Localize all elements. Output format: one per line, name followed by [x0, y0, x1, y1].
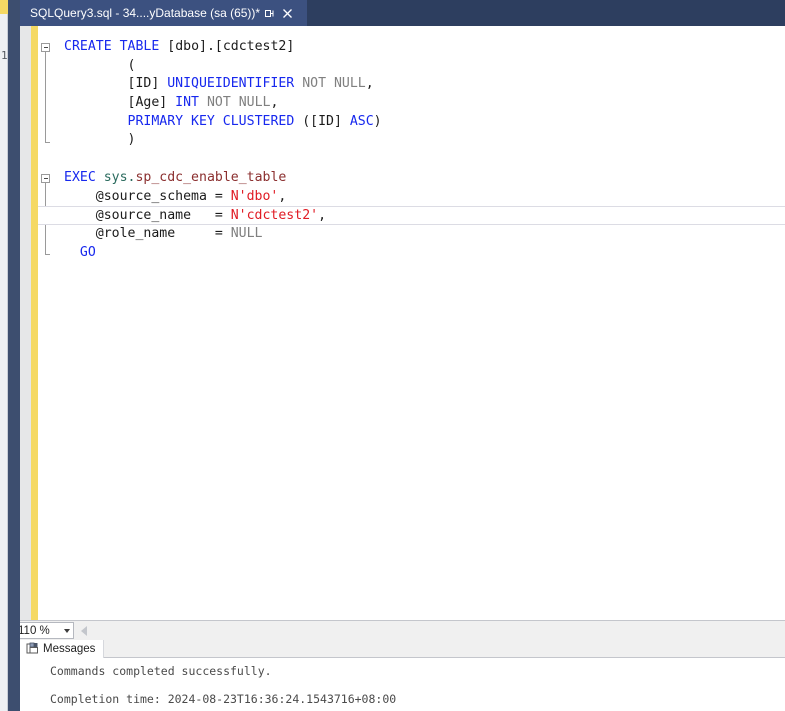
code-text-area[interactable]: CREATE TABLE [dbo].[cdctest2] ( [ID] UNI… [38, 26, 785, 620]
code-line[interactable]: @role_name = NULL [38, 225, 785, 244]
code-line-text: EXEC sys.sp_cdc_enable_table [64, 170, 286, 185]
results-pane: Messages Commands completed successfully… [20, 639, 785, 711]
code-line-text: @source_schema = N'dbo', [64, 188, 287, 204]
code-token: ([ID] [294, 113, 350, 129]
code-line[interactable]: PRIMARY KEY CLUSTERED ([ID] ASC) [38, 113, 785, 132]
code-token: , [318, 208, 327, 224]
editor-gutter [20, 26, 31, 620]
code-token: NOT NULL [206, 95, 271, 111]
message-line: Commands completed successfully. [50, 664, 272, 678]
code-line[interactable]: CREATE TABLE [dbo].[cdctest2] [38, 38, 785, 57]
pin-icon[interactable] [260, 0, 278, 26]
code-line[interactable]: [Age] INT NOT NULL, [38, 94, 785, 113]
code-line[interactable]: [ID] UNIQUEIDENTIFIER NOT NULL, [38, 75, 785, 94]
code-token: NULL [230, 225, 263, 241]
code-token: TABLE [119, 39, 160, 54]
chevron-down-icon [64, 628, 70, 633]
code-token: PRIMARY KEY CLUSTERED [127, 113, 295, 129]
messages-output[interactable]: Commands completed successfully. Complet… [20, 658, 785, 707]
code-token: UNIQUEIDENTIFIER [167, 76, 295, 92]
document-tab-sqlquery3[interactable]: SQLQuery3.sql - 34....yDatabase (sa (65)… [20, 0, 307, 26]
code-token: ) [373, 113, 382, 129]
code-token: , [365, 76, 374, 92]
code-line-text: ) [64, 132, 136, 148]
adjacent-panel-edge: 1 [0, 0, 8, 711]
horizontal-scroll-left-arrow[interactable] [81, 625, 87, 636]
code-line-text: [ID] UNIQUEIDENTIFIER NOT NULL, [64, 76, 374, 91]
code-token: ) [64, 132, 136, 148]
zoom-level-value: 110 % [18, 624, 50, 637]
results-tab-label: Messages [43, 642, 96, 655]
code-line-text: @source_name = N'cdctest2', [64, 208, 326, 223]
code-token: EXEC [64, 169, 96, 185]
code-line-text: CREATE TABLE [dbo].[cdctest2] [64, 39, 294, 54]
results-tab-messages[interactable]: Messages [20, 639, 105, 658]
code-line-text: [Age] INT NOT NULL, [64, 95, 279, 111]
code-token: sys. [103, 169, 136, 185]
code-token: @role_name = [64, 225, 231, 241]
document-tab-bar: SQLQuery3.sql - 34....yDatabase (sa (65)… [20, 0, 785, 26]
code-line-text: GO [64, 245, 96, 260]
close-icon[interactable] [278, 0, 296, 26]
code-line[interactable]: EXEC sys.sp_cdc_enable_table [38, 169, 785, 188]
results-tab-bar: Messages [20, 639, 785, 658]
adjacent-panel-accent [0, 0, 8, 14]
code-line[interactable]: ) [38, 131, 785, 150]
adjacent-panel-body [0, 14, 8, 711]
code-line-text: @role_name = NULL [64, 226, 263, 241]
code-token: [ID] [64, 76, 168, 92]
code-token: N'cdctest2' [230, 208, 319, 224]
messages-grid-icon [26, 642, 38, 654]
code-token: INT [175, 95, 199, 111]
code-token: , [278, 188, 287, 204]
code-line[interactable]: GO [38, 244, 785, 263]
code-token: [Age] [64, 95, 176, 111]
code-line-text: ( [64, 57, 136, 73]
code-token: GO [79, 244, 96, 260]
code-line[interactable]: @source_schema = N'dbo', [38, 188, 785, 207]
code-token: , [270, 95, 279, 111]
dock-strip [8, 0, 20, 711]
editor-status-strip: 110 % [8, 620, 785, 640]
code-token: @source_name = [64, 208, 231, 224]
code-token: ( [64, 57, 136, 73]
ssms-query-window: 1 SQLQuery3.sql - 34....yDatabase (sa (6… [0, 0, 785, 711]
code-token: @source_schema = [64, 188, 231, 204]
adjacent-panel-glyph: 1 [1, 49, 8, 62]
code-line[interactable] [38, 150, 785, 169]
code-line[interactable]: ( [38, 57, 785, 76]
document-tab-title: SQLQuery3.sql - 34....yDatabase (sa (65)… [30, 6, 261, 20]
zoom-level-dropdown[interactable]: 110 % [12, 622, 74, 639]
code-token: [dbo].[cdctest2] [167, 39, 295, 54]
code-token: ASC [349, 113, 374, 129]
code-line-current[interactable]: @source_name = N'cdctest2', [38, 206, 785, 225]
message-line: Completion time: 2024-08-23T16:36:24.154… [50, 692, 397, 706]
unsaved-change-bar [31, 26, 38, 620]
sql-editor[interactable]: CREATE TABLE [dbo].[cdctest2] ( [ID] UNI… [20, 26, 785, 620]
code-token: N'dbo' [230, 188, 279, 204]
code-token: CREATE [64, 39, 112, 54]
code-token: sp_cdc_enable_table [135, 169, 287, 185]
code-token: NOT NULL [302, 76, 366, 92]
code-line-text: PRIMARY KEY CLUSTERED ([ID] ASC) [64, 114, 382, 129]
